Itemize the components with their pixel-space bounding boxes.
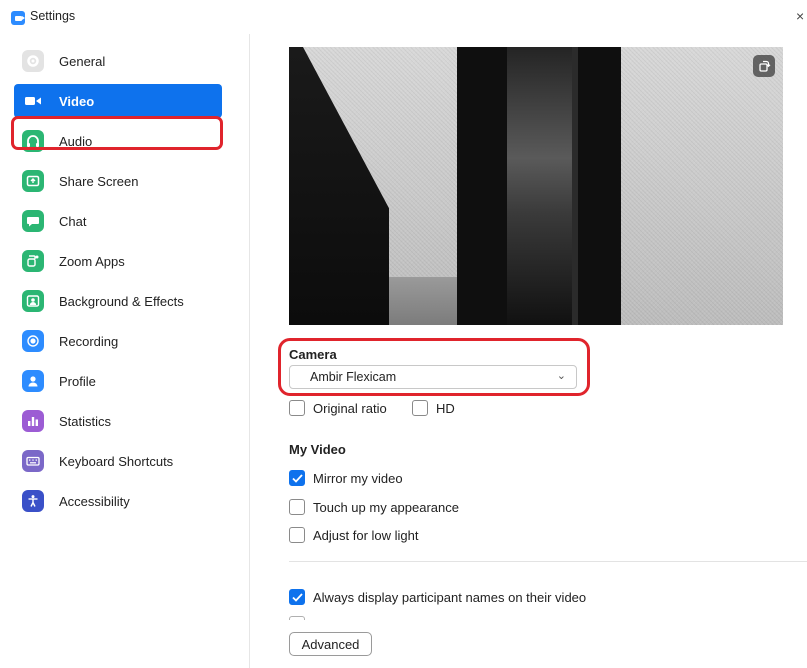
preview-dark-panel [457, 47, 621, 325]
sidebar-item-recording[interactable]: Recording [14, 324, 222, 358]
sidebar-item-label: Zoom Apps [59, 253, 125, 269]
sidebar-item-zoom-apps[interactable]: Zoom Apps [14, 244, 222, 278]
advanced-button[interactable]: Advanced [289, 632, 372, 656]
checkbox-label: Original ratio [313, 400, 387, 416]
profile-icon [22, 370, 44, 392]
chat-bubble-icon [22, 210, 44, 232]
checkbox-label: Mirror my video [313, 470, 403, 486]
zoom-camera-icon [11, 11, 25, 25]
checkbox-box[interactable] [412, 400, 428, 416]
accessibility-icon [22, 490, 44, 512]
sidebar-item-general[interactable]: General [14, 44, 222, 78]
low-light-checkbox[interactable]: Adjust for low light [289, 527, 419, 543]
sidebar-item-audio[interactable]: Audio [14, 124, 222, 158]
sidebar-item-keyboard-shortcuts[interactable]: Keyboard Shortcuts [14, 444, 222, 478]
touch-up-checkbox[interactable]: Touch up my appearance [289, 499, 459, 515]
sidebar-item-label: Recording [59, 333, 119, 349]
checkbox-label: HD [436, 400, 455, 416]
camera-select[interactable]: Ambir Flexicam ⌄ [289, 365, 577, 389]
sidebar-item-share-screen[interactable]: Share Screen [14, 164, 222, 198]
share-screen-icon [22, 170, 44, 192]
close-icon[interactable]: × [796, 8, 804, 24]
person-background-icon [22, 290, 44, 312]
sidebar-item-label: Keyboard Shortcuts [59, 453, 174, 469]
sidebar-item-label: Accessibility [59, 493, 130, 509]
rotate-icon [759, 60, 771, 72]
original-ratio-checkbox[interactable]: Original ratio [289, 400, 387, 416]
keyboard-icon [22, 450, 44, 472]
apps-icon [22, 250, 44, 272]
section-divider [289, 561, 807, 562]
partially-hidden-checkbox[interactable] [289, 616, 305, 620]
sidebar-item-label: Background & Effects [59, 293, 184, 309]
hd-checkbox[interactable]: HD [412, 400, 455, 416]
checkbox-label: Always display participant names on thei… [313, 589, 587, 605]
checkbox-box[interactable] [289, 527, 305, 543]
participant-names-checkbox[interactable]: Always display participant names on thei… [289, 589, 586, 605]
camera-preview [289, 47, 783, 325]
sidebar-item-label: Chat [59, 213, 87, 229]
record-icon [22, 330, 44, 352]
rotate-camera-button[interactable] [753, 55, 775, 77]
chevron-down-icon: ⌄ [556, 370, 566, 382]
checkbox-label: Touch up my appearance [313, 499, 459, 515]
sidebar-item-accessibility[interactable]: Accessibility [14, 484, 222, 518]
checkmark-icon [291, 592, 303, 602]
gear-icon [22, 50, 44, 72]
title-bar: Settings × [0, 0, 807, 34]
checkmark-icon [291, 473, 303, 483]
checkbox-label: Adjust for low light [313, 527, 419, 543]
checkbox-box[interactable] [289, 470, 305, 486]
sidebar-item-label: Share Screen [59, 173, 139, 189]
sidebar-item-chat[interactable]: Chat [14, 204, 222, 238]
window-title: Settings [30, 9, 76, 23]
settings-sidebar: General Video Audio Share Screen Chat Zo… [0, 34, 250, 668]
sidebar-item-video[interactable]: Video [14, 84, 222, 118]
mirror-video-checkbox[interactable]: Mirror my video [289, 470, 403, 486]
sidebar-item-background-effects[interactable]: Background & Effects [14, 284, 222, 318]
headphones-icon [22, 130, 44, 152]
video-camera-icon [22, 90, 44, 112]
camera-select-value: Ambir Flexicam [310, 370, 397, 384]
sidebar-item-label: Video [59, 93, 95, 109]
sidebar-item-statistics[interactable]: Statistics [14, 404, 222, 438]
camera-label: Camera [289, 347, 337, 362]
checkbox-box[interactable] [289, 499, 305, 515]
sidebar-item-label: Statistics [59, 413, 112, 429]
sidebar-item-label: Profile [59, 373, 96, 389]
bar-chart-icon [22, 410, 44, 432]
sidebar-item-label: General [59, 53, 106, 69]
video-settings-panel: Camera Ambir Flexicam ⌄ Original ratio H… [251, 34, 807, 668]
sidebar-item-label: Audio [59, 133, 93, 149]
my-video-title: My Video [289, 442, 346, 457]
checkbox-box[interactable] [289, 400, 305, 416]
sidebar-item-profile[interactable]: Profile [14, 364, 222, 398]
checkbox-box[interactable] [289, 589, 305, 605]
